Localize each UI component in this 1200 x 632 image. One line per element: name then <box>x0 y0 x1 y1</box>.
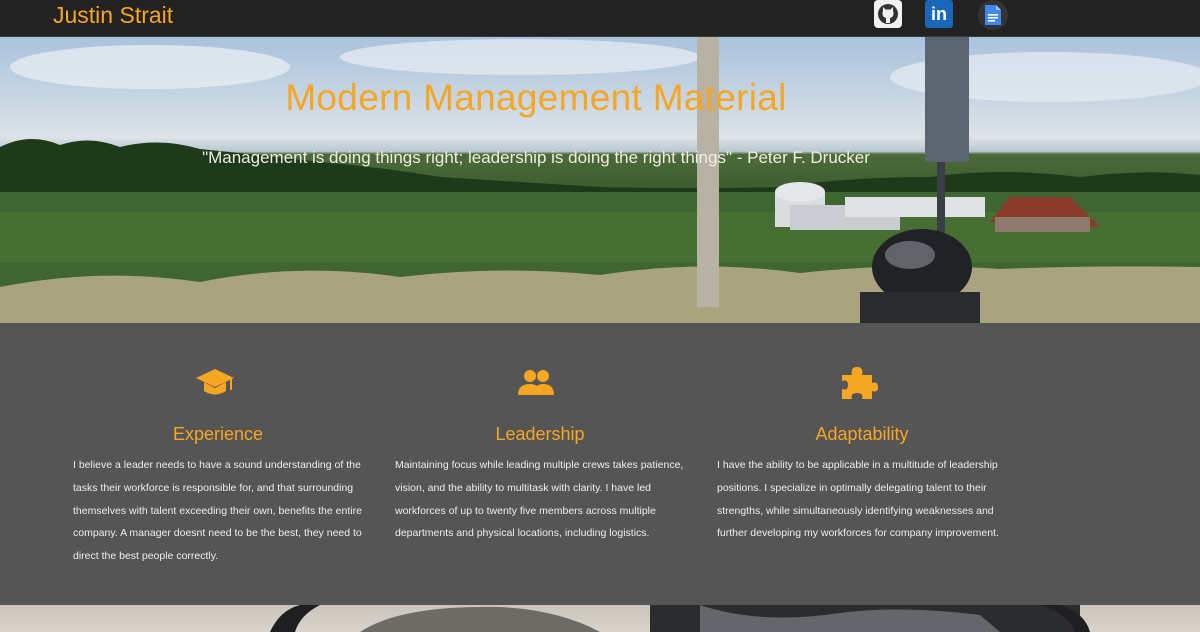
features-section: Experience I believe a leader needs to h… <box>0 323 1200 605</box>
hero-banner: Modern Management Material "Management i… <box>0 37 1200 323</box>
brand-link[interactable]: Justin Strait <box>53 1 173 29</box>
feature-text: I have the ability to be applicable in a… <box>717 459 999 540</box>
linkedin-icon-label: in <box>931 4 947 24</box>
feature-title: Adaptability <box>815 424 909 444</box>
feature-title: Experience <box>172 424 264 444</box>
google-docs-icon[interactable] <box>978 0 1008 30</box>
hero-quote: "Management is doing things right; leade… <box>202 148 870 167</box>
background-photo-strip <box>0 605 1200 632</box>
linkedin-icon[interactable]: in <box>925 0 953 28</box>
feature-title: Leadership <box>495 424 585 444</box>
hero-title: Modern Management Material <box>285 77 787 118</box>
feature-text: Maintaining focus while leading multiple… <box>395 459 684 540</box>
users-icon <box>518 370 554 395</box>
motorcycle-photo <box>270 605 1090 632</box>
navbar: Justin Strait in <box>0 0 1200 37</box>
feature-text: I believe a leader needs to have a sound… <box>73 459 362 563</box>
puzzle-piece-icon <box>842 367 878 399</box>
github-icon[interactable] <box>874 0 902 28</box>
graduation-cap-icon <box>196 369 234 395</box>
